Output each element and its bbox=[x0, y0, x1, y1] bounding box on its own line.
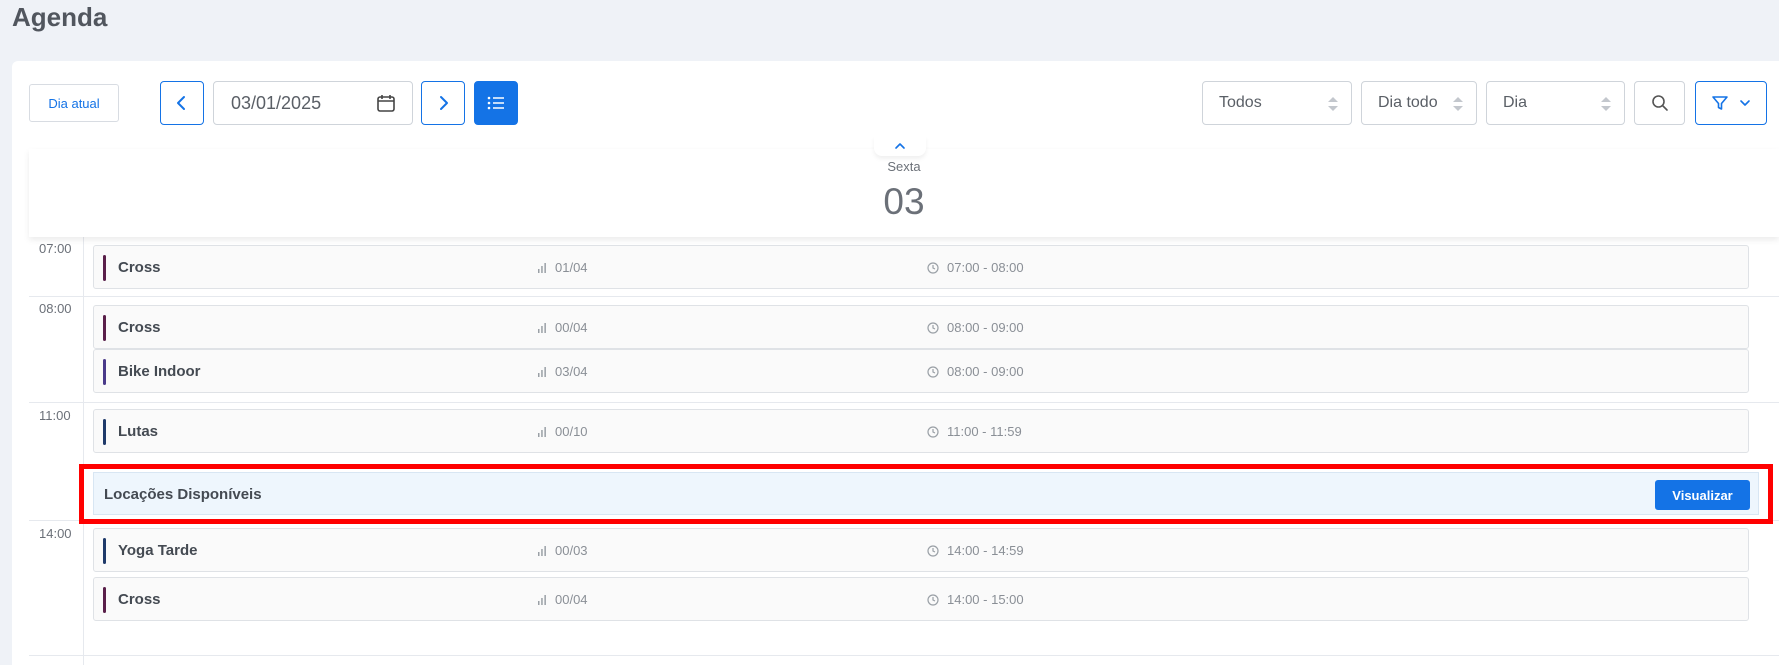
today-button[interactable]: Dia atual bbox=[29, 84, 119, 122]
event-row[interactable]: Lutas 00/10 11:00 - 11:59 bbox=[93, 409, 1749, 453]
event-row[interactable]: Cross 01/04 07:00 - 08:00 bbox=[93, 245, 1749, 289]
bar-chart-icon bbox=[538, 262, 546, 273]
clock-icon bbox=[927, 425, 939, 438]
event-color-bar bbox=[103, 587, 106, 613]
hour-label: 07:00 bbox=[39, 241, 72, 256]
time-column-divider bbox=[83, 237, 84, 665]
event-occupancy: 03/04 bbox=[537, 364, 588, 379]
time-value: 08:00 - 09:00 bbox=[947, 364, 1024, 379]
event-occupancy: 01/04 bbox=[537, 260, 588, 275]
chevron-left-icon bbox=[177, 96, 185, 110]
chevron-right-icon bbox=[440, 96, 448, 110]
event-name: Yoga Tarde bbox=[118, 542, 198, 559]
date-value: 03/01/2025 bbox=[231, 92, 322, 113]
time-value: 07:00 - 08:00 bbox=[947, 260, 1024, 275]
event-color-bar bbox=[103, 419, 106, 445]
event-occupancy: 00/10 bbox=[537, 424, 588, 439]
event-row[interactable]: Bike Indoor 03/04 08:00 - 09:00 bbox=[93, 349, 1749, 393]
time-value: 08:00 - 09:00 bbox=[947, 320, 1024, 335]
hour-separator bbox=[29, 296, 1779, 297]
event-color-bar bbox=[103, 538, 106, 564]
occupancy-value: 00/10 bbox=[555, 424, 588, 439]
hour-separator bbox=[29, 655, 1779, 656]
clock-icon bbox=[927, 544, 939, 557]
event-time: 14:00 - 15:00 bbox=[927, 592, 1024, 607]
status-select-value: Todos bbox=[1219, 94, 1262, 111]
time-value: 14:00 - 15:00 bbox=[947, 592, 1024, 607]
view-select-value: Dia bbox=[1503, 94, 1528, 111]
event-name: Cross bbox=[118, 591, 161, 608]
chevron-down-icon bbox=[1740, 100, 1750, 106]
bar-chart-icon bbox=[538, 594, 546, 605]
clock-icon bbox=[927, 321, 939, 334]
hour-separator bbox=[29, 402, 1779, 403]
calendar-icon[interactable] bbox=[376, 93, 396, 113]
highlight-box bbox=[79, 464, 1773, 524]
clock-icon bbox=[927, 593, 939, 606]
bar-chart-icon bbox=[538, 426, 546, 437]
collapse-header-button[interactable] bbox=[874, 136, 926, 156]
event-time: 08:00 - 09:00 bbox=[927, 364, 1024, 379]
hour-label: 08:00 bbox=[39, 301, 72, 316]
occupancy-value: 00/04 bbox=[555, 320, 588, 335]
event-row[interactable]: Cross 00/04 14:00 - 15:00 bbox=[93, 577, 1749, 621]
bar-chart-icon bbox=[538, 366, 546, 377]
agenda-card: Dia atual 03/01/2025 Todos Dia todo Dia bbox=[12, 61, 1779, 665]
search-button[interactable] bbox=[1634, 81, 1685, 125]
event-time: 11:00 - 11:59 bbox=[927, 424, 1022, 439]
event-occupancy: 00/03 bbox=[537, 543, 588, 558]
event-time: 07:00 - 08:00 bbox=[927, 260, 1024, 275]
event-occupancy: 00/04 bbox=[537, 320, 588, 335]
filter-icon bbox=[1712, 96, 1728, 110]
event-name: Lutas bbox=[118, 423, 159, 440]
period-select-value: Dia todo bbox=[1378, 94, 1438, 111]
event-color-bar bbox=[103, 255, 106, 281]
event-time: 14:00 - 14:59 bbox=[927, 543, 1024, 558]
event-row[interactable]: Cross 00/04 08:00 - 09:00 bbox=[93, 305, 1749, 349]
hour-label: 14:00 bbox=[39, 526, 72, 541]
bar-chart-icon bbox=[538, 545, 546, 556]
search-icon bbox=[1651, 95, 1668, 111]
sort-arrows-icon bbox=[1601, 97, 1611, 111]
event-occupancy: 00/04 bbox=[537, 592, 588, 607]
time-value: 14:00 - 14:59 bbox=[947, 543, 1024, 558]
event-name: Bike Indoor bbox=[118, 363, 201, 380]
occupancy-value: 03/04 bbox=[555, 364, 588, 379]
status-select[interactable]: Todos bbox=[1202, 81, 1352, 125]
weekday-label: Sexta bbox=[887, 159, 921, 174]
event-time: 08:00 - 09:00 bbox=[927, 320, 1024, 335]
hour-label: 11:00 bbox=[39, 408, 71, 423]
period-select[interactable]: Dia todo bbox=[1361, 81, 1477, 125]
event-name: Cross bbox=[118, 259, 161, 276]
event-name: Cross bbox=[118, 319, 161, 336]
occupancy-value: 00/03 bbox=[555, 543, 588, 558]
day-number: 03 bbox=[883, 181, 925, 222]
sort-arrows-icon bbox=[1453, 97, 1463, 111]
prev-day-button[interactable] bbox=[160, 81, 204, 125]
occupancy-value: 00/04 bbox=[555, 592, 588, 607]
filter-button[interactable] bbox=[1695, 81, 1767, 125]
event-color-bar bbox=[103, 359, 106, 385]
view-select[interactable]: Dia bbox=[1486, 81, 1625, 125]
clock-icon bbox=[927, 261, 939, 274]
list-view-button[interactable] bbox=[474, 81, 518, 125]
time-value: 11:00 - 11:59 bbox=[947, 424, 1022, 439]
list-icon bbox=[487, 96, 504, 110]
page-title: Agenda bbox=[12, 2, 108, 32]
event-color-bar bbox=[103, 315, 106, 341]
day-header: Sexta 03 bbox=[29, 149, 1779, 237]
date-input[interactable]: 03/01/2025 bbox=[213, 81, 413, 125]
chevron-up-icon bbox=[895, 143, 905, 149]
clock-icon bbox=[927, 365, 939, 378]
sort-arrows-icon bbox=[1328, 97, 1338, 111]
occupancy-value: 01/04 bbox=[555, 260, 588, 275]
next-day-button[interactable] bbox=[421, 81, 465, 125]
event-row[interactable]: Yoga Tarde 00/03 14:00 - 14:59 bbox=[93, 528, 1749, 572]
bar-chart-icon bbox=[538, 322, 546, 333]
